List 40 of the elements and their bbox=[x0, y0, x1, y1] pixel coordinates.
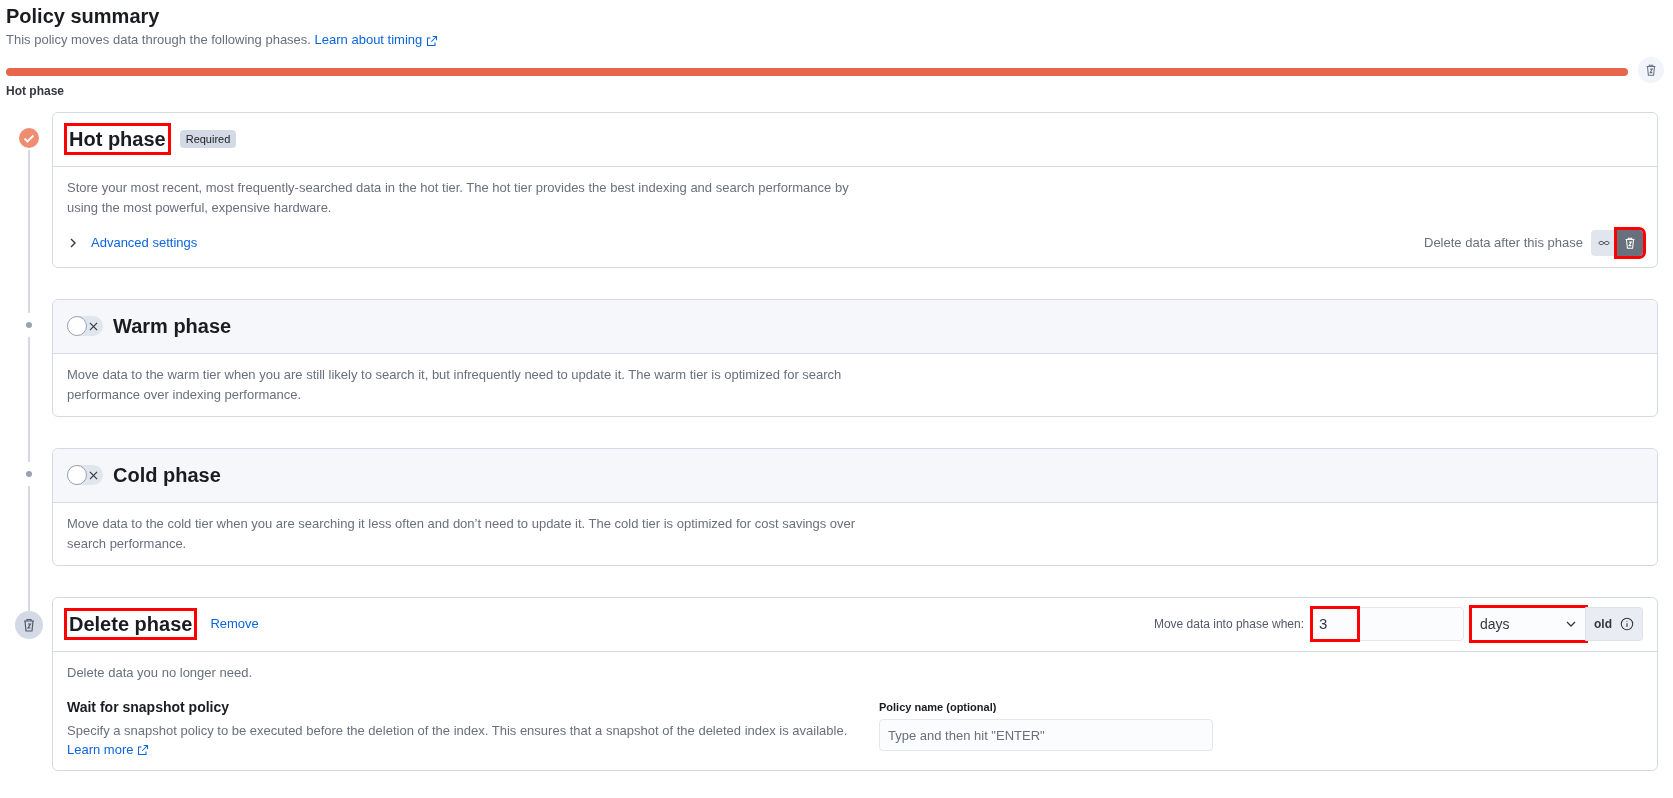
policy-name-label: Policy name (optional) bbox=[879, 699, 998, 715]
phase-description: Delete data you no longer need. bbox=[67, 663, 254, 682]
delete-after-label: Delete data after this phase bbox=[1424, 233, 1583, 252]
phase-title: Delete phase bbox=[67, 611, 195, 637]
move-when-label: Move data into phase when: bbox=[1153, 616, 1304, 633]
phase-description: Store your most recent, most frequently-searched data in the hot tier. The hot tier provides the best indexing and search performance by using the most powerful, expensive hardware. bbox=[67, 178, 850, 217]
keep-forever-button[interactable] bbox=[1591, 229, 1617, 256]
check-circle-icon bbox=[17, 125, 41, 150]
trash-icon bbox=[1644, 62, 1658, 77]
phase-switch[interactable] bbox=[67, 465, 103, 485]
unit-select[interactable]: days bbox=[1472, 608, 1585, 640]
info-icon bbox=[1620, 617, 1634, 631]
phase-description: Move data to the warm tier when you are still likely to search it, but infrequently need to update it. The warm tier is optimized for search performance over indexing performance. bbox=[67, 365, 843, 404]
page-title: Policy summary bbox=[6, 4, 161, 29]
trash-icon bbox=[21, 616, 37, 633]
phase-bar-label: Hot phase bbox=[6, 82, 65, 100]
learn-about-timing-link[interactable]: Learn about timing bbox=[314, 32, 439, 47]
page-subtitle: This policy moves data through the following phases. Learn about timing bbox=[6, 30, 1667, 50]
age-input[interactable]: 3 bbox=[1312, 607, 1464, 641]
age-value: 3 bbox=[1313, 609, 1357, 639]
close-icon bbox=[89, 470, 98, 480]
infinity-icon bbox=[1597, 238, 1611, 247]
phase-title: Hot phase bbox=[67, 126, 168, 152]
external-link-icon bbox=[426, 34, 439, 47]
advanced-settings-toggle[interactable]: Advanced settings bbox=[67, 232, 198, 253]
phase-description: Move data to the cold tier when you are searching it less often and don’t need to update it. The cold tier is optimized for cost savings over search performance. bbox=[67, 514, 857, 553]
external-link-icon bbox=[137, 744, 150, 757]
snapshot-description: Specify a snapshot policy to be executed before the deletion of the index. This ensures that a snapshot of the deleted index is available. bbox=[67, 721, 849, 740]
policy-name-field[interactable]: Type and then hit "ENTER" bbox=[879, 719, 1213, 751]
close-icon bbox=[89, 321, 98, 331]
learn-more-link[interactable]: Learn more bbox=[67, 739, 867, 759]
snapshot-title: Wait for snapshot policy bbox=[67, 697, 231, 717]
required-badge: Required bbox=[179, 129, 237, 149]
phase-title: Cold phase bbox=[112, 463, 222, 488]
phase-switch[interactable] bbox=[67, 316, 103, 336]
remove-link[interactable]: Remove bbox=[210, 614, 259, 634]
phase-title: Warm phase bbox=[112, 314, 233, 339]
trash-icon bbox=[1623, 235, 1637, 250]
append-label: old bbox=[1594, 616, 1612, 633]
delete-data-button[interactable] bbox=[1617, 229, 1643, 256]
